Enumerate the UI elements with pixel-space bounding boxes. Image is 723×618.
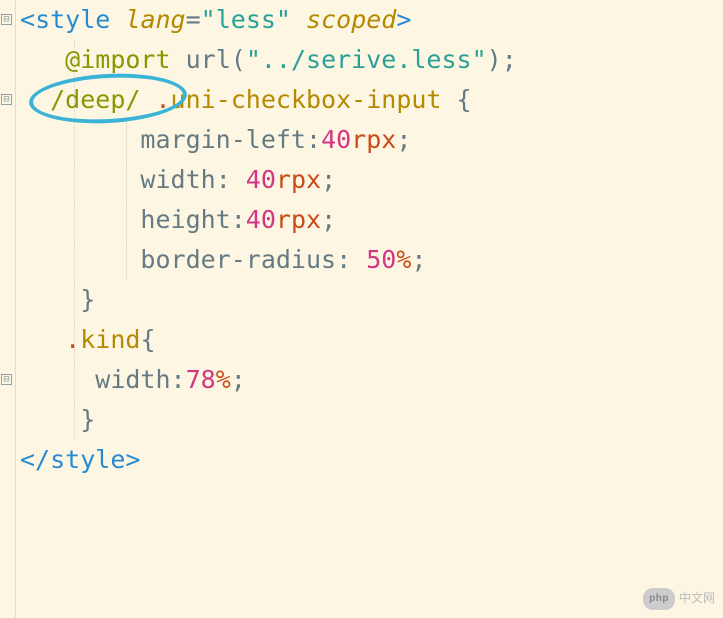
code-line: width: 40rpx; [20,160,723,200]
indent [20,205,140,234]
class-selector: kind [80,325,140,354]
css-number: 40 [246,205,276,234]
colon: : [216,165,246,194]
class-selector: uni-checkbox-input [171,85,442,114]
indent [20,245,140,274]
attr-name: lang [125,5,185,34]
watermark-text: 中文网 [679,589,715,608]
code-line: margin-left:40rpx; [20,120,723,160]
brace: } [80,405,95,434]
attr-name: scoped [306,5,396,34]
brace: } [80,285,95,314]
css-unit: % [396,245,411,274]
fold-marker-icon[interactable]: ⊟ [1,374,12,385]
tag-name: style [50,445,125,474]
paren: ) [487,45,502,74]
colon: : [336,245,366,274]
semicolon: ; [321,205,336,234]
colon: : [306,125,321,154]
colon: : [171,365,186,394]
attr-value: "less" [201,5,291,34]
css-unit: % [216,365,231,394]
watermark: php 中文网 [643,588,715,610]
import-keyword: import [80,45,170,74]
tag-name: style [35,5,110,34]
code-line: height:40rpx; [20,200,723,240]
css-unit: rpx [276,165,321,194]
indent [20,165,140,194]
semicolon: ; [502,45,517,74]
colon: : [231,205,246,234]
class-dot: . [65,325,80,354]
watermark-badge: php [643,588,675,610]
at-rule: @ [65,45,80,74]
css-unit: rpx [351,125,396,154]
css-property: border-radius [140,245,336,274]
code-editor: <style lang="less" scoped> @import url("… [0,0,723,480]
indent [20,85,50,114]
code-line: border-radius: 50%; [20,240,723,280]
indent [20,125,140,154]
gutter: ⊟ ⊟ ⊟ [0,0,16,618]
brace: { [457,85,472,114]
indent [20,285,80,314]
code-line: width:78%; [20,360,723,400]
fold-marker-icon[interactable]: ⊟ [1,14,12,25]
css-number: 78 [186,365,216,394]
css-number: 50 [366,245,396,274]
css-property: width [140,165,215,194]
code-line: .kind{ [20,320,723,360]
css-property: height [140,205,230,234]
code-line: /deep/ .uni-checkbox-input { [20,80,723,120]
fold-marker-icon[interactable]: ⊟ [1,94,12,105]
semicolon: ; [231,365,246,394]
equals: = [186,5,201,34]
css-number: 40 [321,125,351,154]
code-line: } [20,400,723,440]
css-number: 40 [246,165,276,194]
tag-bracket: > [125,445,140,474]
indent [20,45,65,74]
indent [20,365,95,394]
css-unit: rpx [276,205,321,234]
url-value: "../serive.less" [246,45,487,74]
code-line: } [20,280,723,320]
indent [20,405,80,434]
code-line: <style lang="less" scoped> [20,0,723,40]
deep-selector: /deep/ [50,85,140,114]
semicolon: ; [396,125,411,154]
css-property: margin-left [140,125,306,154]
tag-bracket: < [20,5,35,34]
css-property: width [95,365,170,394]
brace: { [140,325,155,354]
tag-bracket: </ [20,445,50,474]
indent [20,325,65,354]
semicolon: ; [321,165,336,194]
semicolon: ; [411,245,426,274]
tag-bracket: > [396,5,411,34]
class-dot: . [155,85,170,114]
paren: ( [231,45,246,74]
code-line: </style> [20,440,723,480]
code-line: @import url("../serive.less"); [20,40,723,80]
url-function: url [186,45,231,74]
